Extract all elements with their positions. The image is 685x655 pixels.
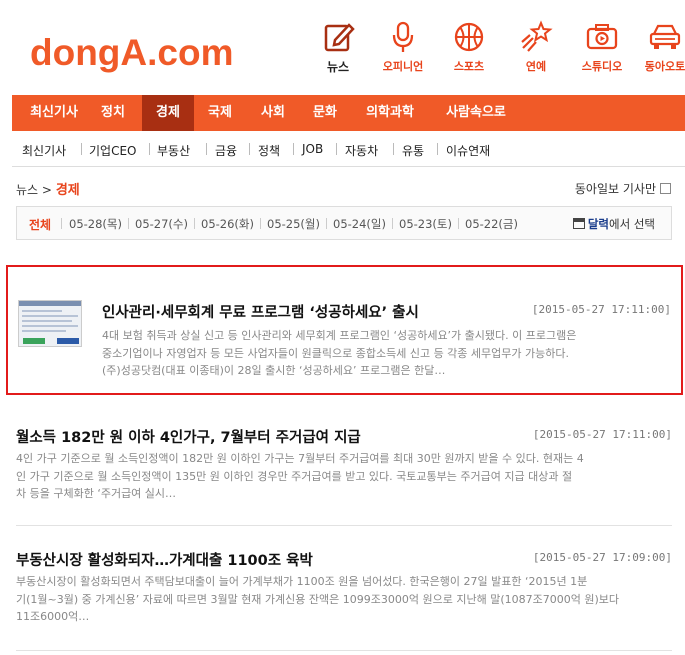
category-entertainment[interactable]: 연예: [505, 20, 567, 74]
date-filter-item[interactable]: 05-24(일): [333, 216, 386, 232]
article-date: [2015-05-27 17:09:00]: [532, 551, 672, 564]
main-nav-people[interactable]: 사람속으로: [438, 95, 514, 131]
main-nav-politics[interactable]: 정치: [90, 95, 136, 131]
category-sports[interactable]: 스포츠: [438, 20, 500, 74]
date-filter-item[interactable]: 05-27(수): [135, 216, 188, 232]
article-title[interactable]: 인사관리·세무회계 무료 프로그램 ‘성공하세요’ 출시: [102, 301, 419, 322]
date-filter-item[interactable]: 05-22(금): [465, 216, 518, 232]
site-header: dongA.com 뉴스 오피니언 스포츠 연예 스튜디오 동아오토: [0, 0, 685, 92]
category-label: 오피니언: [382, 60, 424, 73]
breadcrumb-current: 경제: [55, 183, 80, 198]
category-studio[interactable]: 스튜디오: [571, 20, 633, 74]
site-logo[interactable]: dongA.com: [30, 32, 233, 74]
main-nav-culture[interactable]: 문화: [302, 95, 348, 131]
article-item[interactable]: 부동산시장 활성화되자…가계대출 1100조 육박 [2015-05-27 17…: [16, 547, 672, 647]
main-nav: 최신기사 정치 경제 국제 사회 문화 의학과학 사람속으로: [12, 95, 685, 131]
summary-line: 중소기업이나 자영업자 등 모든 사업자들이 원클릭으로 종합소득세 신고 등 …: [102, 346, 569, 360]
breadcrumb: 뉴스 > 경제: [16, 179, 80, 198]
breadcrumb-root[interactable]: 뉴스: [16, 183, 38, 197]
article-title[interactable]: 월소득 182만 원 이하 4인가구, 7월부터 주거급여 지급: [16, 426, 361, 447]
summary-line: 4대 보험 취득과 상실 신고 등 인사관리와 세무회계 프로그램인 ‘성공하세…: [102, 329, 577, 342]
summary-line: 차 등을 구체화한 ‘주거급여 실시…: [16, 487, 177, 500]
article-divider: [16, 650, 672, 651]
main-nav-economy[interactable]: 경제: [142, 95, 194, 131]
main-nav-latest[interactable]: 최신기사: [18, 95, 90, 131]
sub-nav-policy[interactable]: 정책: [258, 142, 280, 159]
sub-nav-divider: [293, 143, 294, 155]
article-summary: 4대 보험 취득과 상실 신고 등 인사관리와 세무회계 프로그램인 ‘성공하세…: [102, 327, 674, 380]
sub-nav-ceo[interactable]: 기업CEO: [89, 142, 137, 159]
article-title[interactable]: 부동산시장 활성화되자…가계대출 1100조 육박: [16, 549, 313, 570]
calendar-suffix: 에서 선택: [609, 217, 655, 231]
sub-nav-divider: [81, 143, 82, 155]
sub-nav-divider: [249, 143, 250, 155]
article-date: [2015-05-27 17:11:00]: [531, 303, 671, 316]
category-label: 동아오토: [644, 60, 685, 73]
sub-nav-divider: [437, 143, 438, 155]
date-divider: [260, 218, 261, 229]
article-date: [2015-05-27 17:11:00]: [532, 428, 672, 441]
summary-line: 부동산시장이 활성화되면서 주택담보대출이 늘어 가계부채가 1100조 원을 …: [16, 575, 588, 588]
microphone-icon: [392, 21, 414, 52]
category-label: 스튜디오: [581, 60, 623, 73]
date-filter-item[interactable]: 05-28(목): [69, 216, 122, 232]
main-nav-international[interactable]: 국제: [198, 95, 242, 131]
pencil-note-icon: [324, 23, 355, 52]
calendar-link[interactable]: 달력: [588, 217, 609, 231]
article-divider: [16, 525, 672, 526]
donga-only-checkbox[interactable]: [660, 183, 671, 194]
sub-nav-finance[interactable]: 금융: [215, 142, 237, 159]
date-filter-all[interactable]: 전체: [29, 216, 51, 233]
sub-nav-divider: [149, 143, 150, 155]
date-filter-item[interactable]: 05-26(화): [201, 216, 254, 232]
article-item[interactable]: 인사관리·세무회계 무료 프로그램 ‘성공하세요’ 출시 [2015-05-27…: [6, 265, 683, 395]
sub-nav-latest[interactable]: 최신기사: [22, 142, 66, 159]
sub-nav-realestate[interactable]: 부동산: [157, 142, 190, 159]
sub-nav-series[interactable]: 이슈연재: [446, 142, 490, 159]
sub-nav-distribution[interactable]: 유통: [402, 142, 424, 159]
sub-nav: 최신기사 기업CEO 부동산 금융 정책 JOB 자동차 유통 이슈연재: [12, 131, 685, 167]
calendar-icon: [572, 218, 585, 229]
date-divider: [61, 218, 62, 229]
summary-line: 인 가구 기준으로 월 소득인정액이 135만 원 이하인 경우만 주거급여를 …: [16, 469, 573, 483]
date-divider: [458, 218, 459, 229]
date-divider: [194, 218, 195, 229]
category-news[interactable]: 뉴스: [307, 20, 369, 75]
main-nav-society[interactable]: 사회: [250, 95, 296, 131]
summary-line: 기(1월~3월) 중 가계신용’ 자료에 따르면 3월말 현재 가계신용 잔액은…: [16, 592, 619, 606]
sub-nav-divider: [336, 143, 337, 155]
category-auto[interactable]: 동아오토: [636, 20, 685, 74]
basketball-icon: [454, 22, 484, 52]
calendar-select[interactable]: 달력에서 선택: [572, 216, 655, 232]
date-divider: [326, 218, 327, 229]
article-item[interactable]: 월소득 182만 원 이하 4인가구, 7월부터 주거급여 지급 [2015-0…: [16, 422, 672, 522]
sub-nav-divider: [393, 143, 394, 155]
date-divider: [392, 218, 393, 229]
article-summary: 4인 가구 기준으로 월 소득인정액이 182만 원 이하인 가구는 7월부터 …: [16, 450, 672, 503]
date-filter-item[interactable]: 05-25(월): [267, 216, 320, 232]
date-filter-bar: 전체 05-28(목) 05-27(수) 05-26(화) 05-25(월) 0…: [16, 206, 672, 240]
donga-only-filter[interactable]: 동아일보 기사만: [575, 180, 671, 197]
date-divider: [128, 218, 129, 229]
car-icon: [649, 24, 681, 49]
category-label: 스포츠: [453, 60, 485, 73]
category-label: 연예: [525, 60, 547, 73]
donga-only-label: 동아일보 기사만: [574, 182, 656, 196]
date-filter-item[interactable]: 05-23(토): [399, 216, 452, 232]
breadcrumb-separator: >: [41, 183, 52, 197]
sub-nav-automobile[interactable]: 자동차: [345, 142, 378, 159]
sub-nav-divider: [206, 143, 207, 155]
summary-line: 11조6000억…: [16, 610, 90, 623]
article-thumbnail[interactable]: [18, 300, 82, 347]
category-opinion[interactable]: 오피니언: [372, 20, 434, 74]
shooting-star-icon: [521, 20, 553, 52]
category-label: 뉴스: [326, 60, 350, 74]
summary-line: (주)성공닷컴(대표 이종태)이 28일 출시한 ‘성공하세요’ 프로그램은 한…: [102, 364, 446, 377]
summary-line: 4인 가구 기준으로 월 소득인정액이 182만 원 이하인 가구는 7월부터 …: [16, 452, 584, 465]
camera-icon: [586, 24, 618, 50]
sub-nav-job[interactable]: JOB: [302, 142, 323, 156]
main-nav-science[interactable]: 의학과학: [360, 95, 420, 131]
article-summary: 부동산시장이 활성화되면서 주택담보대출이 늘어 가계부채가 1100조 원을 …: [16, 573, 672, 626]
